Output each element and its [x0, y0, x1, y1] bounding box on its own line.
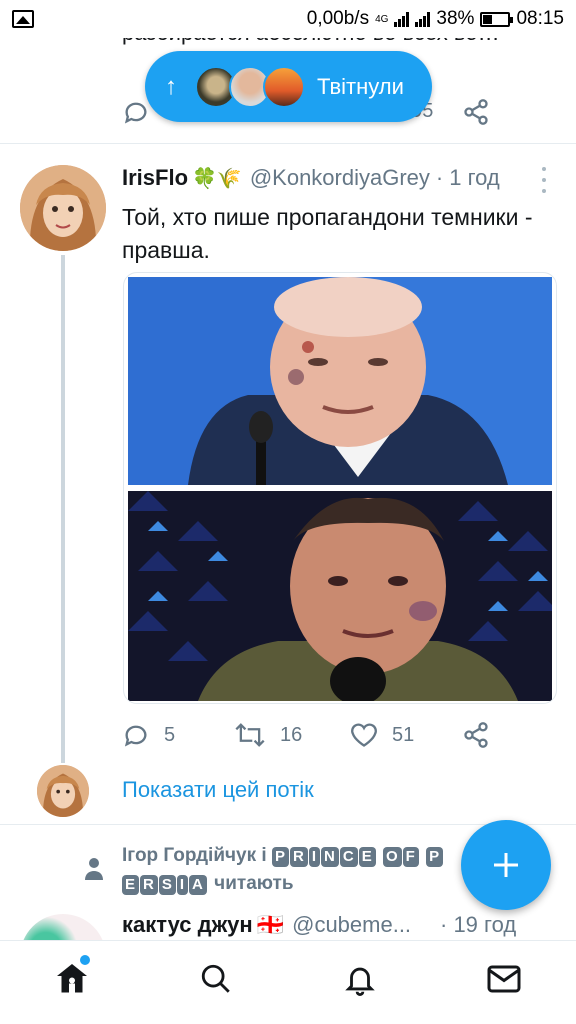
tweet-text: Той, хто пише пропагандони темники - пра… [122, 204, 533, 263]
pill-avatars [195, 65, 305, 108]
person-icon [84, 856, 104, 885]
thread-line [61, 255, 65, 763]
new-tweets-pill[interactable]: ↑ Твітнули [145, 51, 432, 122]
signal-icon [394, 11, 410, 27]
tweet-media[interactable] [123, 272, 557, 704]
status-indicators: 0,00b/s 4G 38% 08:15 [307, 8, 564, 30]
network-speed: 0,00b/s [306, 8, 370, 29]
search-icon [199, 962, 233, 1001]
author-name[interactable]: IrisFlo [122, 165, 188, 191]
battery-icon [480, 11, 514, 27]
new-tweets-label: Твітнули [317, 73, 404, 99]
avatar [263, 65, 305, 108]
follower-name-1: Ігор Гордійчук і [122, 845, 267, 866]
retweet-count: 16 [280, 723, 303, 746]
heart-icon [350, 721, 378, 749]
next-tweet-avatar[interactable] [20, 914, 106, 940]
show-thread-link[interactable]: Показати цей потік [122, 777, 314, 803]
mail-icon [486, 964, 522, 999]
reply-count: 5 [164, 723, 176, 746]
reply-icon [122, 721, 150, 749]
battery-percent: 38% [436, 8, 475, 29]
share-icon[interactable] [462, 98, 490, 131]
status-bar: 0,00b/s 4G 38% 08:15 [0, 0, 576, 38]
next-tweet[interactable]: кактус джун 🇬🇪 @cubeme... · 19 год [0, 906, 576, 940]
social-context-text: Ігор Гордійчук і PRINCE OF PE R S I A читают… [122, 842, 462, 898]
signal-icon-2 [415, 11, 431, 27]
nav-search[interactable] [196, 961, 236, 1001]
reply-button[interactable]: 5 [122, 721, 175, 749]
bottom-nav [0, 940, 576, 1024]
retweet-button[interactable]: 16 [234, 721, 302, 749]
social-context-suffix: читають [214, 873, 294, 894]
next-tweet-time: · 19 год [440, 912, 517, 937]
author-handle[interactable]: @KonkordiyaGrey [250, 165, 430, 191]
share-icon [462, 721, 490, 749]
tweet-header: IrisFlo 🍀🌾 @KonkordiyaGrey · 1 год [122, 165, 562, 191]
image-icon [12, 10, 34, 28]
plus-icon [490, 849, 522, 881]
compose-button[interactable] [461, 820, 551, 910]
separator: · [435, 165, 444, 190]
next-author-emoji: 🇬🇪 [256, 912, 285, 937]
tweet[interactable]: IrisFlo 🍀🌾 @KonkordiyaGrey · 1 год Той, … [0, 145, 576, 825]
home-icon [54, 961, 90, 1002]
notification-dot [80, 955, 90, 965]
media-image-2[interactable] [128, 491, 552, 701]
nav-notifications[interactable] [340, 961, 380, 1001]
tweet-time: 1 год [449, 165, 500, 190]
nav-messages[interactable] [484, 961, 524, 1001]
next-tweet-header: кактус джун 🇬🇪 @cubeme... · 19 год [122, 912, 516, 938]
clock: 08:15 [516, 8, 564, 29]
reply-icon[interactable] [122, 98, 150, 131]
network-type: 4G [375, 13, 389, 25]
tweet-actions: 5 16 51 [122, 721, 562, 755]
retweet-icon [234, 721, 266, 749]
share-button[interactable] [462, 721, 490, 749]
next-author-handle[interactable]: @cubeme... [292, 912, 411, 938]
thread-avatar[interactable] [37, 765, 89, 817]
more-vertical-icon[interactable] [536, 167, 552, 193]
author-avatar[interactable] [20, 165, 106, 251]
next-author-name[interactable]: кактус джун [122, 912, 253, 938]
like-button[interactable]: 51 [350, 721, 414, 749]
like-count: 51 [392, 723, 415, 746]
bell-icon [343, 962, 377, 1001]
arrow-up-icon: ↑ [165, 72, 177, 100]
media-image-1[interactable] [128, 277, 552, 485]
nav-home[interactable] [52, 961, 92, 1001]
author-emoji: 🍀🌾 [192, 167, 242, 190]
